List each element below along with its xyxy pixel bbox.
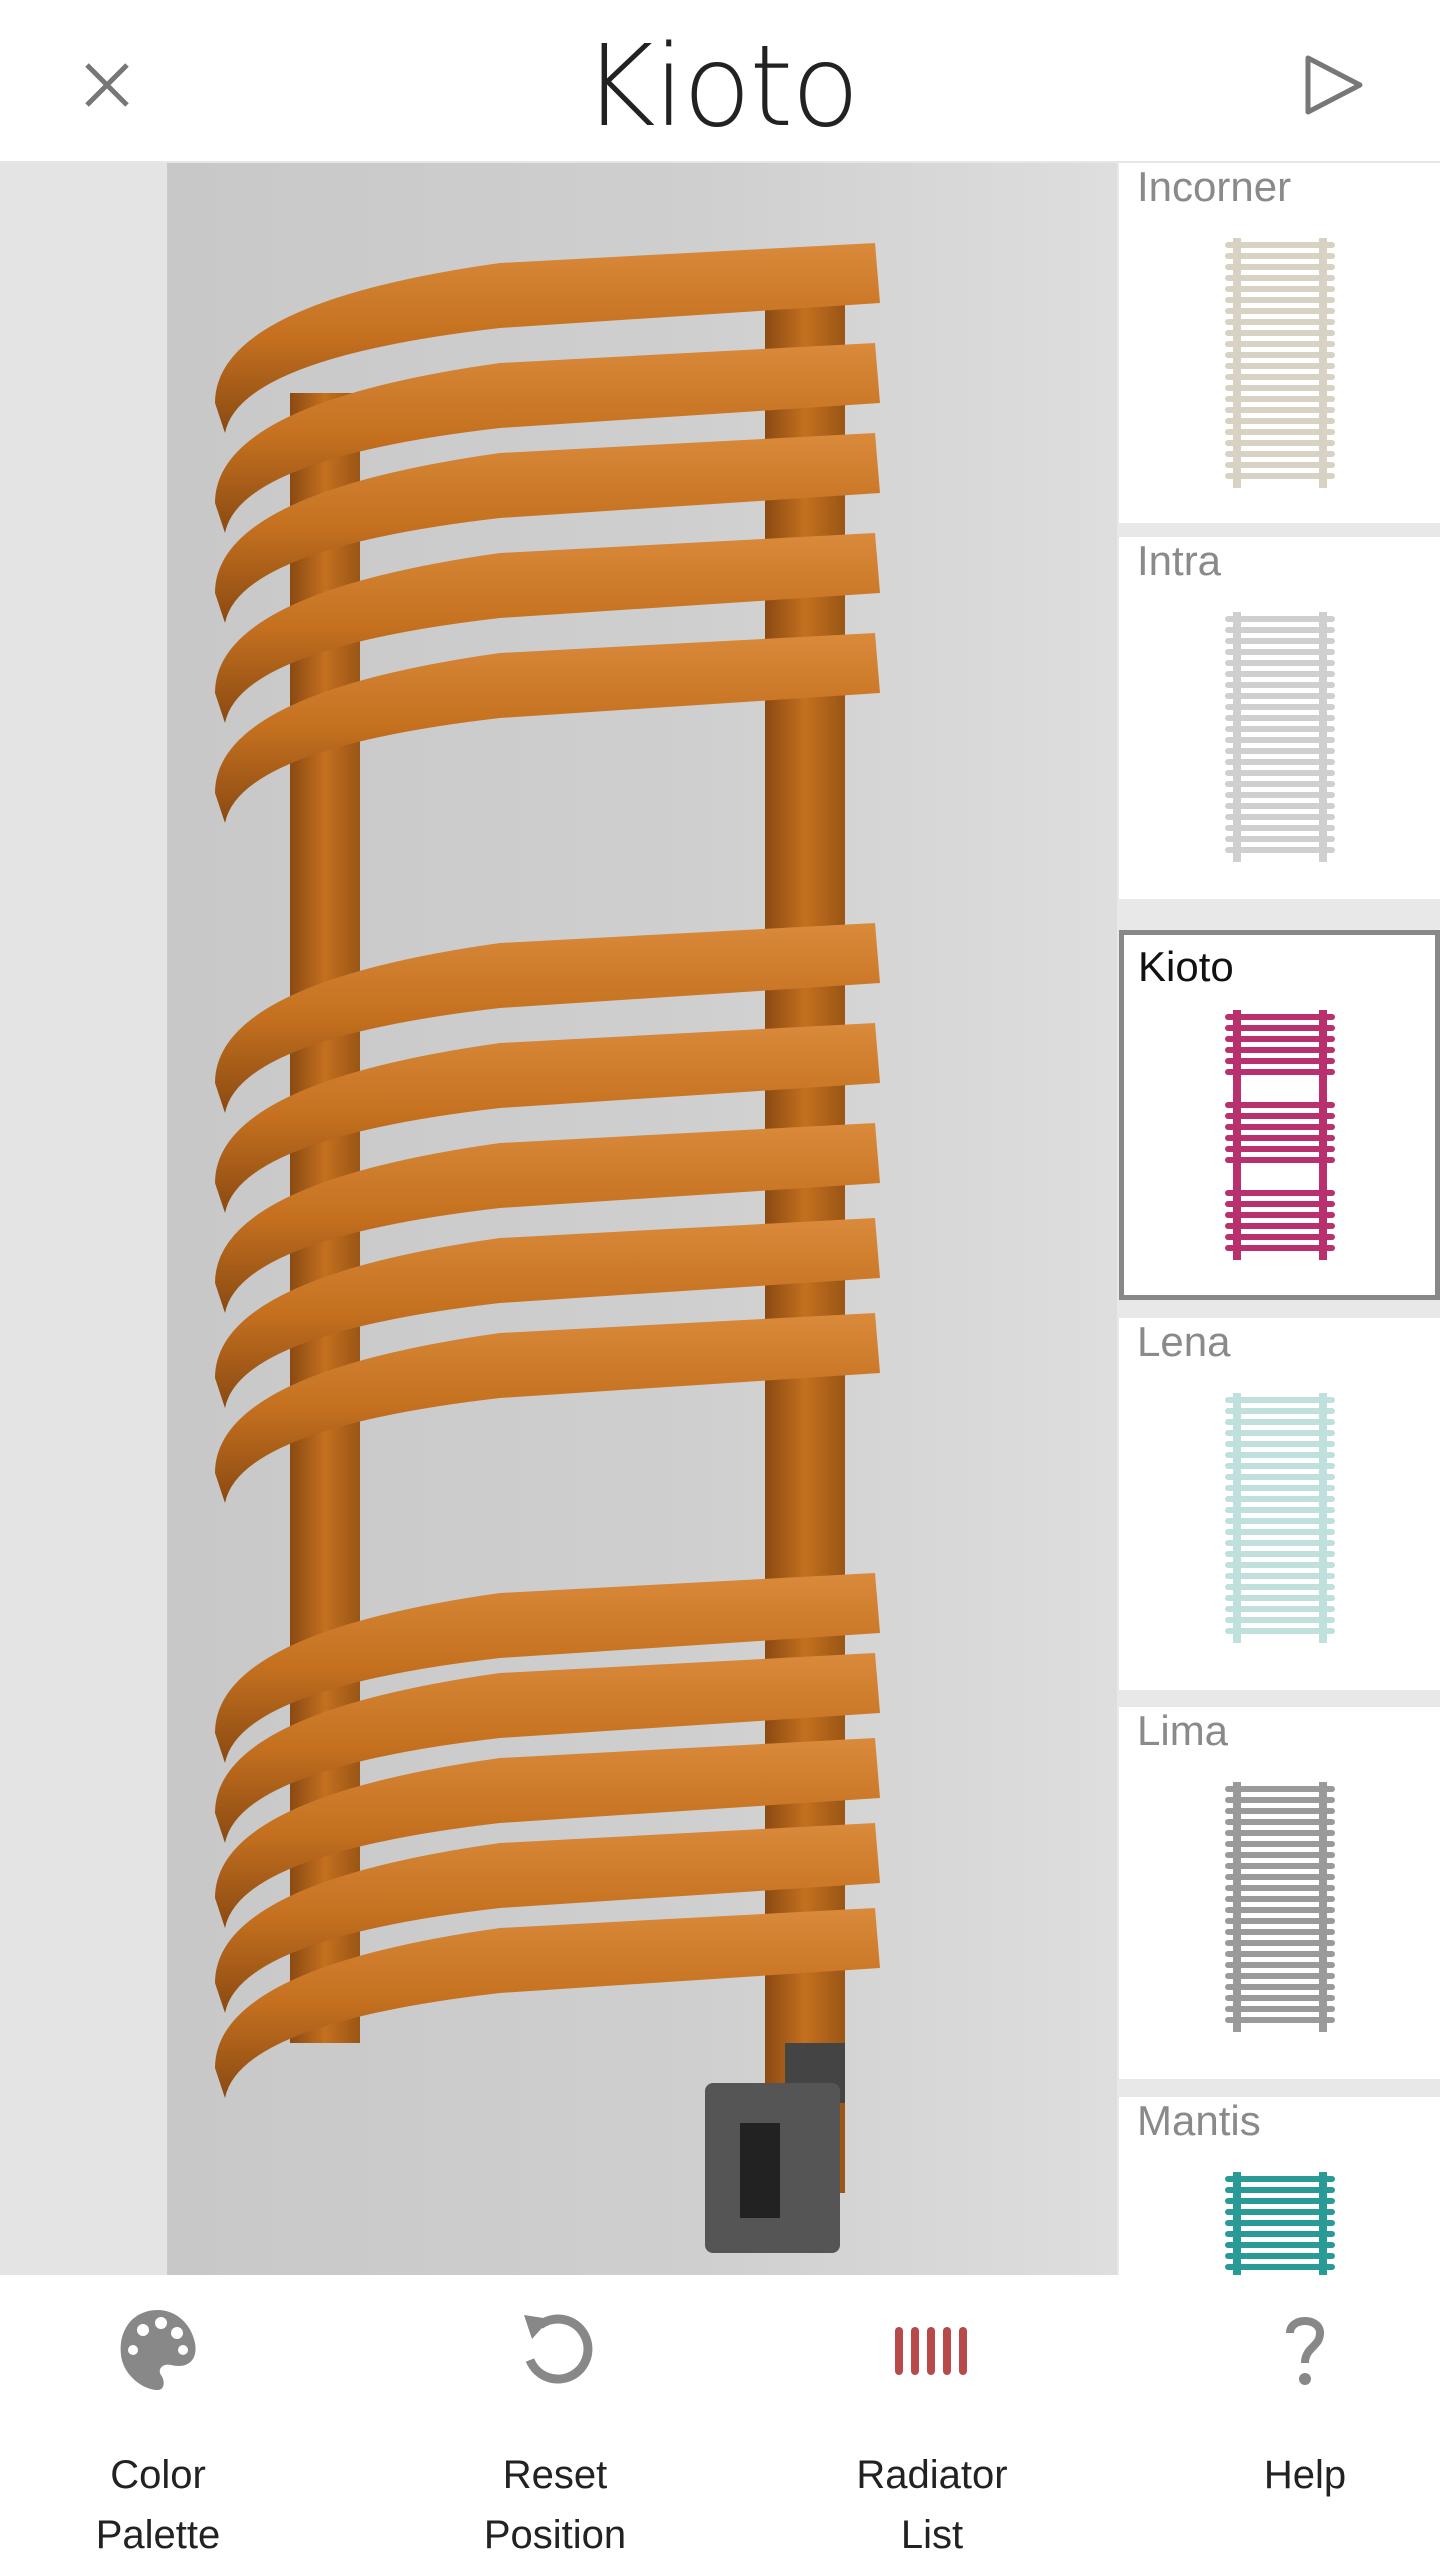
radiator-list-button[interactable]: Radiator List: [802, 2305, 1062, 2565]
play-icon[interactable]: [1288, 40, 1378, 130]
radiator-list-item[interactable]: Intra: [1119, 537, 1440, 899]
radiator-3d-model: [215, 243, 880, 2253]
radiator-thumbnail: [1224, 2172, 1335, 2275]
radiator-name: Mantis: [1137, 2097, 1261, 2144]
palette-icon: [120, 2310, 196, 2390]
3d-viewer[interactable]: [0, 163, 1117, 2275]
radiator-thumbnail: [1224, 1010, 1335, 1260]
help-icon: [1286, 2317, 1325, 2385]
radiator-list-item[interactable]: Mantis: [1119, 2097, 1440, 2275]
label: Palette: [95, 2513, 221, 2557]
radiator-name: Incorner: [1137, 163, 1292, 210]
label: Radiator: [856, 2453, 1008, 2497]
radiator-thumbnail: [1224, 612, 1335, 862]
label: List: [900, 2513, 964, 2557]
page-title: Kioto: [582, 22, 860, 152]
radiator-thumbnail: [1224, 238, 1335, 488]
radiator-list-item[interactable]: Incorner: [1119, 163, 1440, 523]
radiator-thumbnail: [1224, 1782, 1335, 2032]
radiator-name: Kioto: [1138, 943, 1234, 990]
header: Kioto: [0, 0, 1440, 163]
reset-icon: [524, 2314, 593, 2384]
label: Reset: [502, 2453, 608, 2497]
label: Position: [483, 2513, 627, 2557]
radiator-list-item[interactable]: Kioto: [1119, 930, 1440, 1300]
label: Help: [1263, 2453, 1347, 2497]
radiator-name: Intra: [1137, 537, 1222, 584]
bottom-toolbar: Color Palette Reset Position Radiator List …: [0, 2275, 1440, 2560]
radiator-list-item[interactable]: Lima: [1119, 1707, 1440, 2079]
radiator-list[interactable]: Incorner Intra Kioto Lena Lima Mantis: [1117, 163, 1440, 2275]
reset-position-button[interactable]: Reset Position: [425, 2305, 685, 2565]
label: Color: [110, 2453, 206, 2497]
radiator-name: Lena: [1137, 1318, 1231, 1365]
color-palette-button[interactable]: Color Palette: [28, 2305, 288, 2565]
radiator-list-item[interactable]: Lena: [1119, 1318, 1440, 1690]
radiator-icon: [895, 2327, 967, 2375]
radiator-thumbnail: [1224, 1393, 1335, 1643]
radiator-name: Lima: [1137, 1707, 1229, 1754]
help-button[interactable]: Help: [1175, 2305, 1435, 2505]
